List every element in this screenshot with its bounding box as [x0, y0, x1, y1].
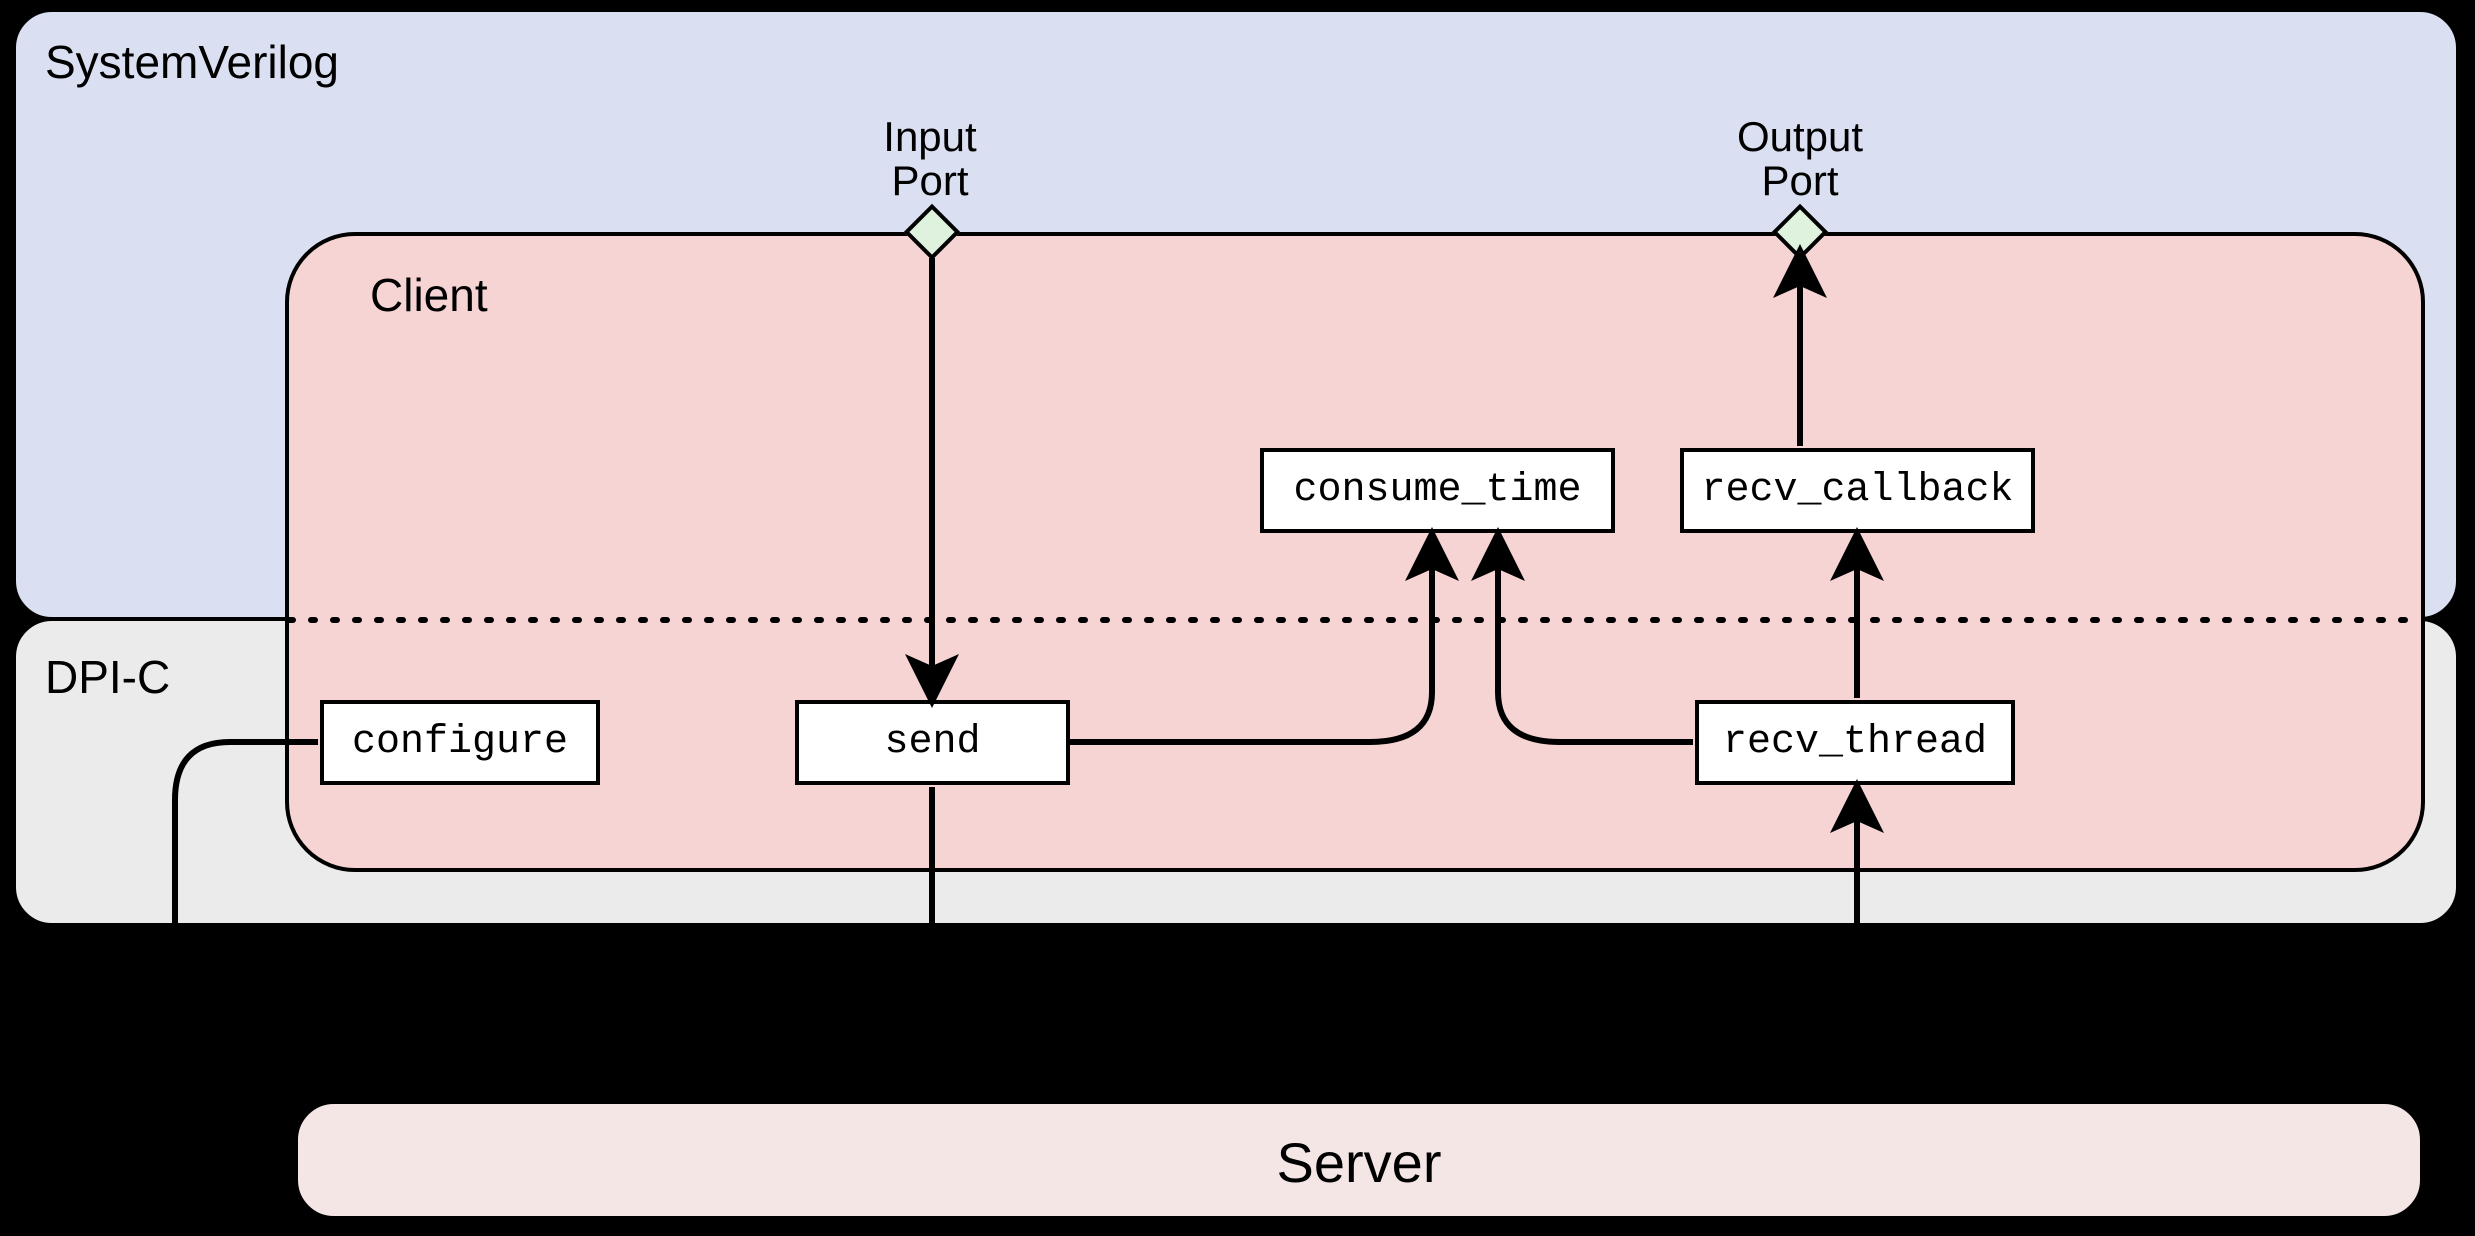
- label-server: Server: [298, 1130, 2420, 1195]
- region-client: [285, 232, 2425, 872]
- node-configure: configure: [320, 700, 600, 785]
- node-configure-label: configure: [352, 720, 568, 765]
- label-systemverilog: SystemVerilog: [45, 35, 339, 89]
- node-send: send: [795, 700, 1070, 785]
- node-recv-thread-label: recv_thread: [1723, 720, 1987, 765]
- node-consume-time: consume_time: [1260, 448, 1615, 533]
- node-send-label: send: [884, 720, 980, 765]
- node-recv-callback: recv_callback: [1680, 448, 2035, 533]
- label-client: Client: [370, 268, 488, 322]
- label-input-port: Input Port: [860, 115, 1000, 203]
- node-recv-callback-label: recv_callback: [1701, 468, 2013, 513]
- node-recv-thread: recv_thread: [1695, 700, 2015, 785]
- label-dpic: DPI-C: [45, 650, 170, 704]
- region-server: Server: [294, 1100, 2424, 1220]
- node-consume-time-label: consume_time: [1293, 468, 1581, 513]
- label-output-port: Output Port: [1720, 115, 1880, 203]
- diagram-canvas: SystemVerilog DPI-C Client Server Input …: [0, 0, 2475, 1236]
